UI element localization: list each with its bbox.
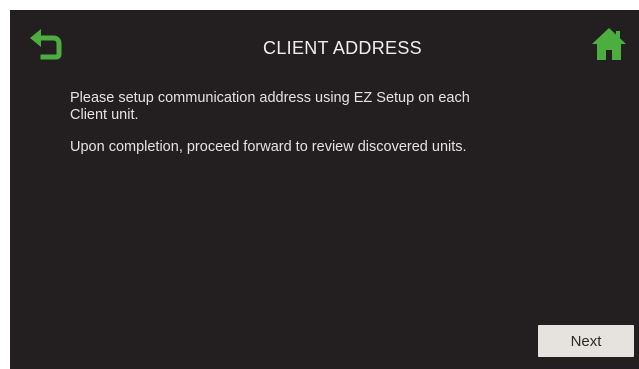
instructions: Please setup communication address using…	[70, 90, 490, 171]
next-button[interactable]: Next	[538, 325, 634, 357]
page-title: CLIENT ADDRESS	[263, 38, 422, 58]
home-button[interactable]	[587, 24, 631, 68]
home-icon	[591, 27, 627, 66]
client-address-screen: CLIENT ADDRESS Please setup communicatio…	[10, 10, 639, 369]
instruction-paragraph-completion: Upon completion, proceed forward to revi…	[70, 139, 467, 155]
instruction-paragraph-setup: Please setup communication address using…	[70, 90, 470, 123]
